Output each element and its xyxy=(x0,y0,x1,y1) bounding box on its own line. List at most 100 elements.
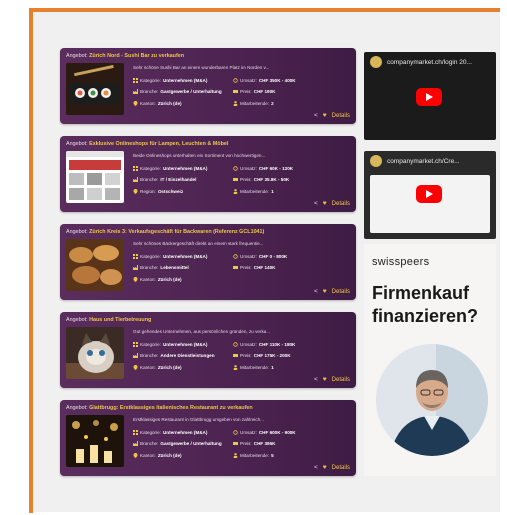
video-header: companymarket.ch/login 20... xyxy=(364,52,496,72)
details-link[interactable]: Details xyxy=(332,289,350,295)
youtube-play-icon[interactable] xyxy=(416,185,442,203)
industry-icon xyxy=(133,89,138,94)
heart-icon[interactable]: ♥ xyxy=(323,112,327,119)
listing-name[interactable]: Zürich Kreis 3: Verkaufsgeschäft für Bac… xyxy=(89,229,264,235)
heart-icon[interactable]: ♥ xyxy=(323,288,327,295)
attr-value: 1 xyxy=(271,365,274,370)
listing-label: Angebot: xyxy=(66,53,88,59)
listing-title[interactable]: Angebot: Glattbrugg: Erstklassiges itali… xyxy=(66,405,350,411)
attr-value: Unternehmen (M&A) xyxy=(162,166,208,171)
webshop-screenshot[interactable] xyxy=(66,151,124,203)
attr-category: Kategorie: Unternehmen (M&A) xyxy=(133,342,207,347)
location-pin-icon xyxy=(133,365,138,370)
listing-card[interactable]: Angebot: Zürich Kreis 3: Verkaufsgeschäf… xyxy=(60,224,356,300)
attr-value: CHF 0 - 800K xyxy=(258,254,288,259)
attr-value: CHF 190K xyxy=(253,89,276,94)
attr-key: Preis: xyxy=(240,353,252,358)
share-icon[interactable]: < xyxy=(314,464,318,471)
grid-icon xyxy=(133,430,138,435)
restaurant-photo[interactable] xyxy=(66,415,124,467)
details-link[interactable]: Details xyxy=(332,465,350,471)
refresh-icon xyxy=(233,78,238,83)
video-embed-2[interactable]: companymarket.ch/Cre... xyxy=(364,151,496,239)
attr-value: 5 xyxy=(271,453,274,458)
attr-value: CHF 110K - 180K xyxy=(258,342,296,347)
channel-logo-icon xyxy=(370,56,382,68)
location-pin-icon xyxy=(133,189,138,194)
video-header: companymarket.ch/Cre... xyxy=(364,151,496,171)
video-embed-1[interactable]: companymarket.ch/login 20... xyxy=(364,52,496,140)
listing-name[interactable]: Exklusive Onlineshops für Lampen, Leucht… xyxy=(89,141,228,147)
bread-photo[interactable] xyxy=(66,239,124,291)
attr-key: Branche: xyxy=(140,441,159,446)
attr-category: Kategorie: Unternehmen (M&A) xyxy=(133,78,207,83)
industry-icon xyxy=(133,441,138,446)
location-pin-icon xyxy=(133,277,138,282)
attr-region: Kanton: Zürich (de) xyxy=(133,277,182,282)
video-title[interactable]: companymarket.ch/login 20... xyxy=(387,59,472,66)
listing-name[interactable]: Haus und Tierbetreuung xyxy=(89,317,151,323)
listing-label: Angebot: xyxy=(66,317,88,323)
ad-banner[interactable]: swisspeers Firmenkauf finanzieren? xyxy=(364,244,496,476)
location-pin-icon xyxy=(133,101,138,106)
attr-value: CHF 175K - 200K xyxy=(253,353,291,358)
listing-card[interactable]: Angebot: Zürich Nord - Sushi Bar zu verk… xyxy=(60,48,356,124)
money-icon xyxy=(233,177,238,182)
ad-brand-logo: swisspeers xyxy=(372,256,430,268)
attr-key: Umsatz: xyxy=(240,166,257,171)
details-link[interactable]: Details xyxy=(332,113,350,119)
listing-title[interactable]: Angebot: Haus und Tierbetreuung xyxy=(66,317,350,323)
person-icon xyxy=(233,365,238,370)
attr-employees: Mitarbeitende: 5 xyxy=(233,453,274,458)
video-title[interactable]: companymarket.ch/Cre... xyxy=(387,158,460,165)
listing-name[interactable]: Glattbrugg: Erstklassiges italienisches … xyxy=(89,405,253,411)
listing-name[interactable]: Zürich Nord - Sushi Bar zu verkaufen xyxy=(89,53,184,59)
cat-photo[interactable] xyxy=(66,327,124,379)
details-link[interactable]: Details xyxy=(332,201,350,207)
listing-description: Sehr schöne Sushi Bar an einem wunderbar… xyxy=(133,65,270,70)
attr-value: Unternehmen (M&A) xyxy=(162,78,208,83)
grid-icon xyxy=(133,166,138,171)
card-actions: < ♥ Details xyxy=(314,464,350,471)
attr-value: CHF 35.8K - 50K xyxy=(253,177,290,182)
heart-icon[interactable]: ♥ xyxy=(323,200,327,207)
industry-icon xyxy=(133,177,138,182)
share-icon[interactable]: < xyxy=(314,376,318,383)
attr-value: Zürich (de) xyxy=(157,101,182,106)
card-actions: < ♥ Details xyxy=(314,288,350,295)
heart-icon[interactable]: ♥ xyxy=(323,376,327,383)
heart-icon[interactable]: ♥ xyxy=(323,464,327,471)
listing-title[interactable]: Angebot: Zürich Nord - Sushi Bar zu verk… xyxy=(66,53,350,59)
listing-description: Erstklassiges Restaurant in Glattbrugg u… xyxy=(133,417,264,422)
attr-value: Unternehmen (M&A) xyxy=(162,342,208,347)
attr-value: Ostschweiz xyxy=(157,189,184,194)
listing-description: Beide Onlineshops unterhalten ein Sortim… xyxy=(133,153,266,158)
money-icon xyxy=(233,353,238,358)
listing-card[interactable]: Angebot: Glattbrugg: Erstklassiges itali… xyxy=(60,400,356,476)
sushi-photo[interactable] xyxy=(66,63,124,115)
details-link[interactable]: Details xyxy=(332,377,350,383)
attr-revenue: Umsatz: CHF 110K - 180K xyxy=(233,342,295,347)
attr-region: Kanton: Zürich (de) xyxy=(133,365,182,370)
share-icon[interactable]: < xyxy=(314,288,318,295)
attr-key: Kategorie: xyxy=(140,430,161,435)
listing-title[interactable]: Angebot: Zürich Kreis 3: Verkaufsgeschäf… xyxy=(66,229,350,235)
listing-card[interactable]: Angebot: Exklusive Onlineshops für Lampe… xyxy=(60,136,356,212)
attr-branch: Branche: Gastgewerbe / Unterhaltung xyxy=(133,89,222,94)
listing-title[interactable]: Angebot: Exklusive Onlineshops für Lampe… xyxy=(66,141,350,147)
video-preview-frame xyxy=(370,175,490,233)
attr-value: IT / Einzelhandel xyxy=(160,177,197,182)
attr-value: Gastgewerbe / Unterhaltung xyxy=(160,89,222,94)
youtube-play-icon[interactable] xyxy=(416,88,442,106)
listing-card[interactable]: Angebot: Haus und Tierbetreuung Gut gehe… xyxy=(60,312,356,388)
attr-key: Branche: xyxy=(140,89,159,94)
share-icon[interactable]: < xyxy=(314,112,318,119)
grid-icon xyxy=(133,342,138,347)
share-icon[interactable]: < xyxy=(314,200,318,207)
person-icon xyxy=(233,189,238,194)
refresh-icon xyxy=(233,342,238,347)
attr-key: Kategorie: xyxy=(140,254,161,259)
attr-value: Gastgewerbe / Unterhaltung xyxy=(160,441,222,446)
attr-key: Mitarbeitende: xyxy=(240,453,270,458)
attr-region: Kanton: Zürich (de) xyxy=(133,101,182,106)
